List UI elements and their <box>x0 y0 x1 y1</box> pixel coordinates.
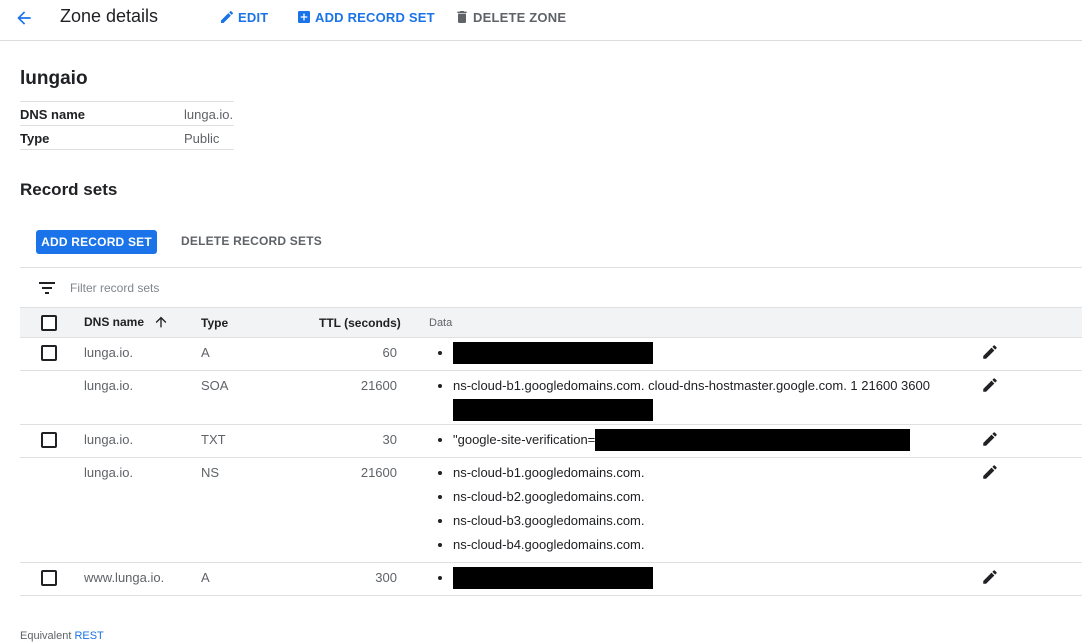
equivalent-label: Equivalent <box>20 630 72 642</box>
record-data-item: ns-cloud-b3.googledomains.com. <box>438 509 645 533</box>
record-dns-name: www.lunga.io. <box>84 570 165 585</box>
edit-record-icon[interactable] <box>981 463 999 481</box>
record-dns-name: lunga.io. <box>84 378 134 393</box>
add-box-icon <box>298 11 310 23</box>
zone-properties: DNS name lunga.io. Type Public <box>20 101 234 150</box>
record-ttl: 60 <box>382 345 397 360</box>
edit-record-icon[interactable] <box>981 376 999 394</box>
edit-record-icon[interactable] <box>981 568 999 586</box>
record-dns-name: lunga.io. <box>84 465 134 480</box>
record-data-text: ns-cloud-b1.googledomains.com. cloud-dns… <box>453 378 930 393</box>
record-data-list: ns-cloud-b1.googledomains.com. ns-cloud-… <box>438 461 645 557</box>
delete-zone-label: DELETE ZONE <box>473 9 567 25</box>
redacted-value <box>453 342 653 364</box>
record-ttl: 300 <box>375 570 397 585</box>
property-key: DNS name <box>20 107 86 122</box>
zone-property-row: Type Public <box>20 126 234 150</box>
property-value: Public <box>184 131 220 146</box>
filter-input[interactable] <box>70 277 370 299</box>
record-data-list <box>438 566 653 590</box>
dns-name-column-label: DNS name <box>84 315 145 329</box>
delete-zone-button[interactable]: DELETE ZONE <box>454 9 566 25</box>
ttl-column-header[interactable]: TTL (seconds) <box>319 316 401 330</box>
record-type: SOA <box>201 378 229 393</box>
add-record-set-header-button[interactable]: ADD RECORD SET <box>296 9 435 25</box>
edit-label: EDIT <box>238 9 269 25</box>
row-checkbox[interactable] <box>41 345 57 361</box>
record-ttl: 30 <box>382 432 397 447</box>
record-data-item: "google-site-verification= <box>438 428 911 452</box>
record-data-text: "google-site-verification= <box>453 432 596 447</box>
property-value: lunga.io. <box>184 107 234 122</box>
sort-ascending-icon[interactable] <box>153 314 169 330</box>
filter-icon[interactable] <box>38 280 56 296</box>
table-row: lunga.io. A 60 <box>20 338 1082 371</box>
record-data-item: ns-cloud-b1.googledomains.com. cloud-dns… <box>438 374 930 422</box>
filter-bar <box>20 267 1082 307</box>
page-title: Zone details <box>60 6 159 26</box>
record-sets-heading: Record sets <box>20 180 118 199</box>
rest-link[interactable]: REST <box>74 630 103 642</box>
record-data-item: ns-cloud-b2.googledomains.com. <box>438 485 645 509</box>
back-arrow-icon[interactable] <box>14 8 34 28</box>
record-data-list: "google-site-verification= <box>438 428 911 452</box>
table-row: lunga.io. NS 21600 ns-cloud-b1.googledom… <box>20 458 1082 563</box>
record-type: A <box>201 570 210 585</box>
record-data-list <box>438 341 653 365</box>
add-record-set-header-label: ADD RECORD SET <box>315 9 435 25</box>
pencil-icon <box>221 10 234 23</box>
add-record-set-button[interactable]: ADD RECORD SET <box>36 230 157 254</box>
record-data-item: ns-cloud-b4.googledomains.com. <box>438 533 645 557</box>
record-data-list: ns-cloud-b1.googledomains.com. cloud-dns… <box>438 374 930 422</box>
record-data-item: ns-cloud-b1.googledomains.com. <box>438 461 645 485</box>
row-checkbox[interactable] <box>41 432 57 448</box>
table-row: lunga.io. TXT 30 "google-site-verificati… <box>20 425 1082 458</box>
edit-button[interactable]: EDIT <box>219 9 268 25</box>
record-data-item <box>438 341 653 365</box>
data-column-header: Data <box>429 317 453 329</box>
top-bar: Zone details EDIT ADD RECORD SET DELETE … <box>0 0 1082 41</box>
property-key: Type <box>20 131 50 146</box>
footer: Equivalent REST <box>20 630 104 642</box>
edit-record-icon[interactable] <box>981 430 999 448</box>
record-dns-name: lunga.io. <box>84 432 134 447</box>
edit-record-icon[interactable] <box>981 343 999 361</box>
table-row: www.lunga.io. A 300 <box>20 563 1082 596</box>
redacted-value <box>595 429 911 451</box>
dns-name-column-header[interactable]: DNS name <box>84 314 169 330</box>
zone-property-row: DNS name lunga.io. <box>20 102 234 126</box>
record-sets-table: DNS name Type TTL (seconds) Data lunga.i… <box>20 307 1082 596</box>
record-type: TXT <box>201 432 226 447</box>
table-header: DNS name Type TTL (seconds) Data <box>20 307 1082 338</box>
record-ttl: 21600 <box>360 378 397 393</box>
record-data-item <box>438 566 653 590</box>
redacted-value <box>453 399 653 421</box>
record-type: A <box>201 345 210 360</box>
zone-name: lungaio <box>20 68 88 89</box>
select-all-checkbox[interactable] <box>41 315 57 331</box>
record-type: NS <box>201 465 220 480</box>
record-ttl: 21600 <box>360 465 397 480</box>
table-row: lunga.io. SOA 21600 ns-cloud-b1.googledo… <box>20 371 1082 425</box>
row-checkbox[interactable] <box>41 570 57 586</box>
trash-icon <box>457 11 467 23</box>
record-dns-name: lunga.io. <box>84 345 134 360</box>
delete-record-sets-button[interactable]: DELETE RECORD SETS <box>181 234 322 248</box>
type-column-header[interactable]: Type <box>201 316 228 330</box>
redacted-value <box>453 567 653 589</box>
